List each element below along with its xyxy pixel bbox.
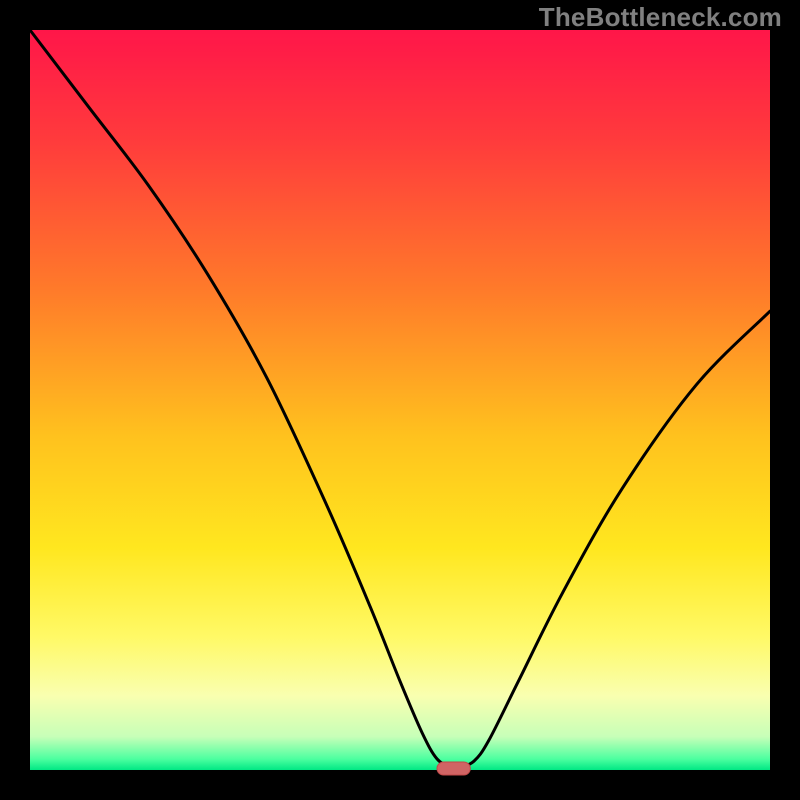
plot-background bbox=[30, 30, 770, 770]
bottleneck-chart bbox=[0, 0, 800, 800]
watermark-text: TheBottleneck.com bbox=[539, 2, 782, 33]
chart-frame: { "watermark": "TheBottleneck.com", "col… bbox=[0, 0, 800, 800]
optimal-marker bbox=[437, 762, 470, 775]
